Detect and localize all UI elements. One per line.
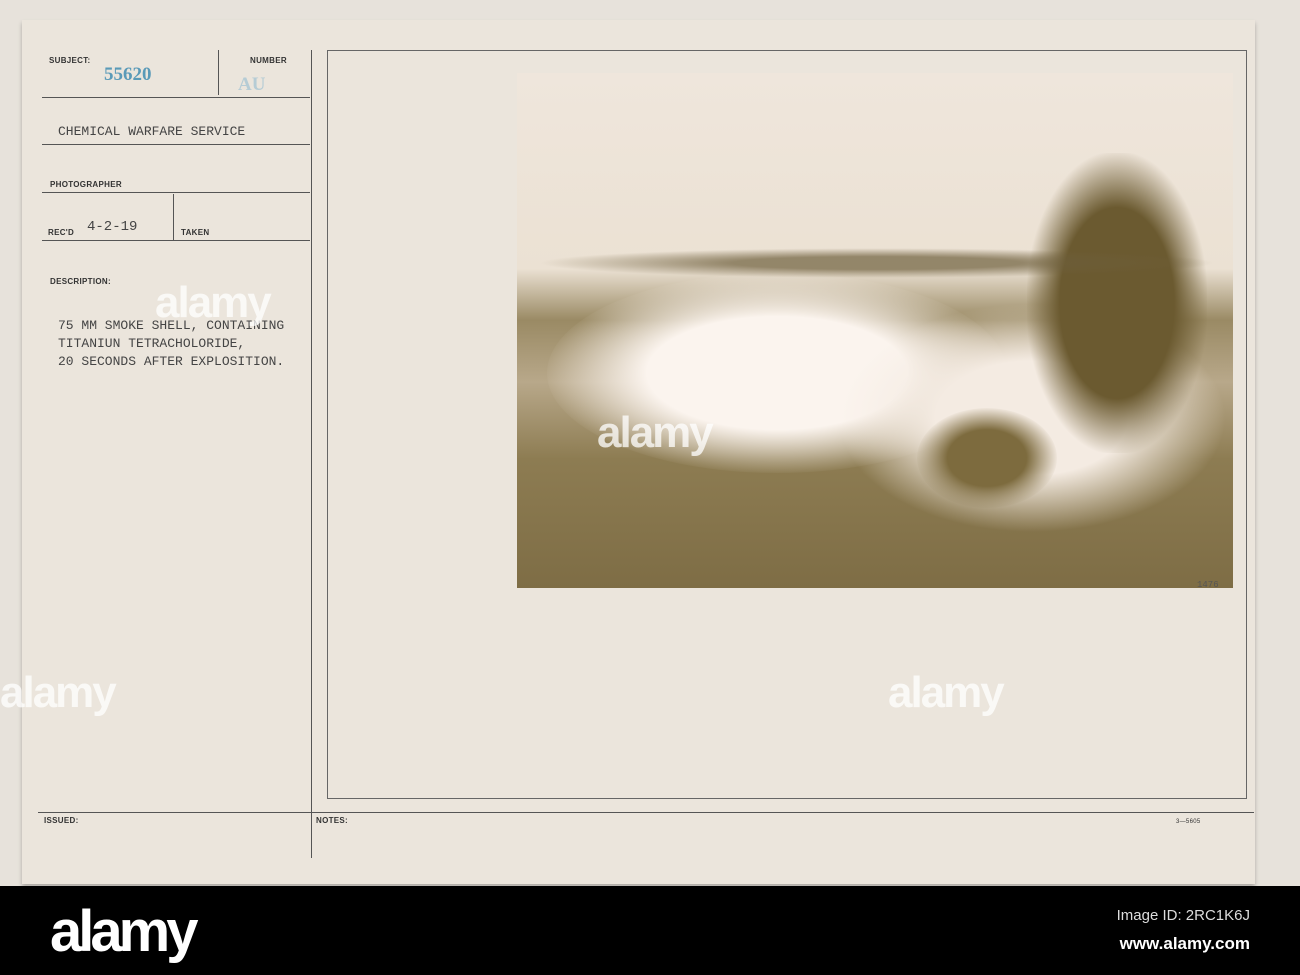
divider: [42, 240, 310, 241]
divider: [42, 144, 310, 145]
number-label: NUMBER: [250, 56, 287, 65]
photo-number: 1476: [1197, 580, 1219, 590]
footer-bar: alamy Image ID: 2RC1K6J www.alamy.com: [0, 886, 1300, 975]
watermark: alamy: [888, 668, 1005, 717]
received-label: REC'D: [48, 228, 75, 237]
divider: [38, 812, 1254, 813]
photographer-label: PHOTOGRAPHER: [50, 180, 122, 189]
notes-label: NOTES:: [316, 816, 349, 825]
divider: [42, 97, 310, 98]
watermark: alamy: [597, 408, 714, 457]
subject-number: 55620: [104, 64, 152, 85]
organization: CHEMICAL WARFARE SERVICE: [58, 124, 246, 139]
divider: [173, 194, 174, 240]
form-code: 3—5605: [1176, 819, 1201, 825]
number-value: AU: [238, 74, 266, 95]
watermark: alamy: [155, 278, 272, 327]
description-label: DESCRIPTION:: [50, 277, 111, 286]
divider: [218, 50, 219, 95]
image-id: Image ID: 2RC1K6J: [1116, 907, 1250, 924]
divider: [311, 50, 312, 858]
photograph-smoke-shell: [517, 73, 1233, 588]
description-line: TITANIUN TETRACHOLORIDE,: [58, 336, 246, 351]
subject-label: SUBJECT:: [49, 56, 91, 65]
divider: [42, 192, 310, 193]
received-date: 4-2-19: [87, 219, 138, 235]
taken-label: TAKEN: [181, 228, 210, 237]
alamy-logo: alamy: [50, 899, 198, 964]
alamy-url[interactable]: www.alamy.com: [1120, 934, 1250, 954]
issued-label: ISSUED:: [44, 816, 79, 825]
watermark: alamy: [0, 668, 117, 717]
description-line: 20 SECONDS AFTER EXPLOSITION.: [58, 354, 285, 369]
